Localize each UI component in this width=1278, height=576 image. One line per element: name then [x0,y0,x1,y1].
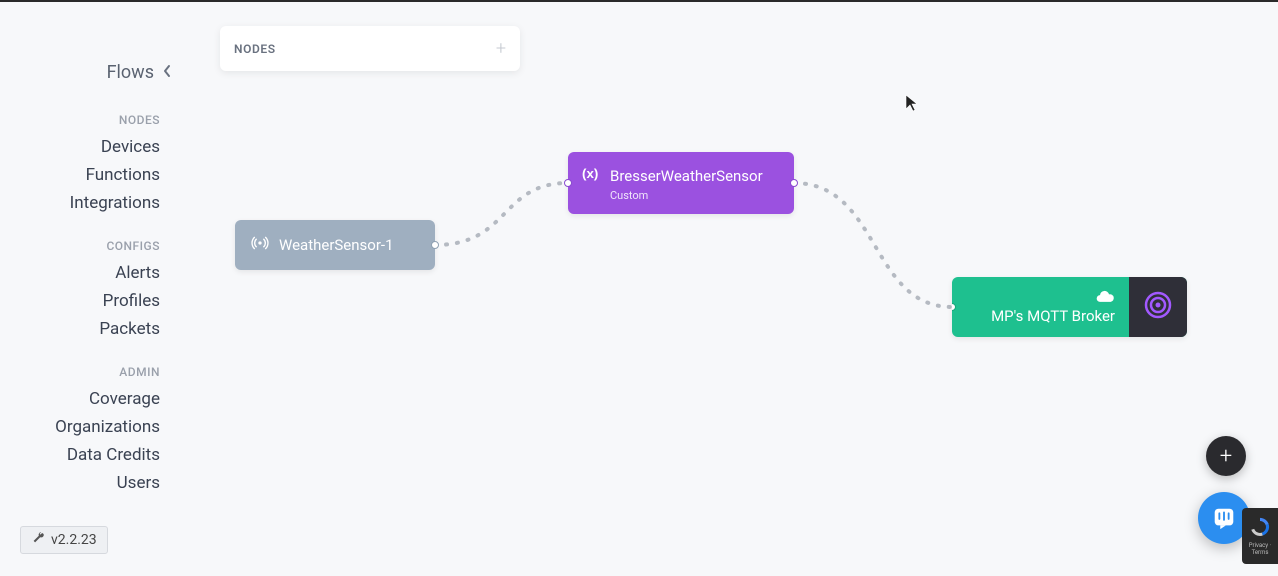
cursor-icon [905,94,919,116]
sidebar-item-packets[interactable]: Packets [0,315,180,343]
cloud-icon [1095,289,1115,307]
sidebar-section-header: NODES [0,113,180,127]
node-label: MP's MQTT Broker [991,307,1115,325]
variable-icon: (x) [582,165,602,187]
node-input-port[interactable] [564,179,572,187]
sidebar-item-devices[interactable]: Devices [0,133,180,161]
sidebar-item-alerts[interactable]: Alerts [0,259,180,287]
node-output-port[interactable] [431,241,439,249]
version-badge[interactable]: v2.2.23 [20,526,108,554]
sidebar-item-data-credits[interactable]: Data Credits [0,441,180,469]
nodes-panel-title: NODES [234,42,276,56]
add-fab-button[interactable]: + [1206,436,1246,476]
node-label: WeatherSensor-1 [279,236,394,254]
node-output-port[interactable] [790,179,798,187]
sidebar-item-users[interactable]: Users [0,469,180,497]
broadcast-icon [251,234,269,256]
node-subtype: Custom [610,189,648,202]
sidebar-section-header: ADMIN [0,365,180,379]
integration-badge [1129,277,1187,337]
nodes-panel: NODES + [220,26,520,71]
sidebar-item-coverage[interactable]: Coverage [0,385,180,413]
sidebar-section-header: CONFIGS [0,239,180,253]
target-icon [1143,290,1173,324]
sidebar-top-label: Flows [107,62,154,83]
add-node-button[interactable]: + [496,38,506,59]
node-label: BresserWeatherSensor [610,167,763,185]
sidebar-item-integrations[interactable]: Integrations [0,189,180,217]
sidebar-item-organizations[interactable]: Organizations [0,413,180,441]
version-text: v2.2.23 [51,532,97,548]
chevron-left-icon [162,63,172,82]
node-function-bresser[interactable]: (x) BresserWeatherSensor Custom [568,152,794,214]
recaptcha-badge: Privacy · Terms [1242,508,1278,564]
sidebar-item-functions[interactable]: Functions [0,161,180,189]
svg-text:(x): (x) [582,166,598,181]
sidebar-item-profiles[interactable]: Profiles [0,287,180,315]
sidebar-collapse[interactable]: Flows [0,62,180,83]
sidebar: Flows NODES Devices Functions Integratio… [0,2,180,576]
recaptcha-text: Privacy · Terms [1242,542,1278,556]
node-integration-mqtt[interactable]: MP's MQTT Broker [952,277,1187,337]
node-device-weathersensor[interactable]: WeatherSensor-1 [235,220,435,270]
wrench-icon [31,531,45,549]
flow-canvas[interactable]: NODES + WeatherSensor-1 (x) BresserWeath… [180,2,1278,576]
